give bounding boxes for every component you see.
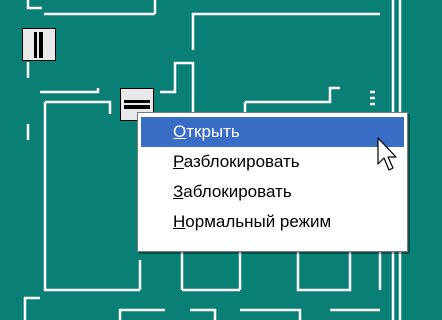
menu-item-normal-mode-label: Нормальный режим (173, 212, 332, 231)
door-context-menu: Открыть Разблокировать Заблокировать Нор… (137, 112, 408, 252)
floor-plan-canvas[interactable]: Открыть Разблокировать Заблокировать Нор… (0, 0, 442, 320)
menu-item-open[interactable]: Открыть (141, 117, 404, 147)
mouse-pointer-icon (377, 137, 397, 171)
menu-item-unlock-label: Разблокировать (173, 152, 300, 171)
menu-item-unlock[interactable]: Разблокировать (141, 147, 404, 177)
menu-item-lock[interactable]: Заблокировать (141, 177, 404, 207)
menu-item-open-label: Открыть (173, 122, 240, 141)
door-closed-vertical-icon[interactable] (22, 28, 56, 61)
menu-item-lock-label: Заблокировать (173, 182, 292, 201)
menu-item-normal-mode[interactable]: Нормальный режим (141, 207, 404, 237)
